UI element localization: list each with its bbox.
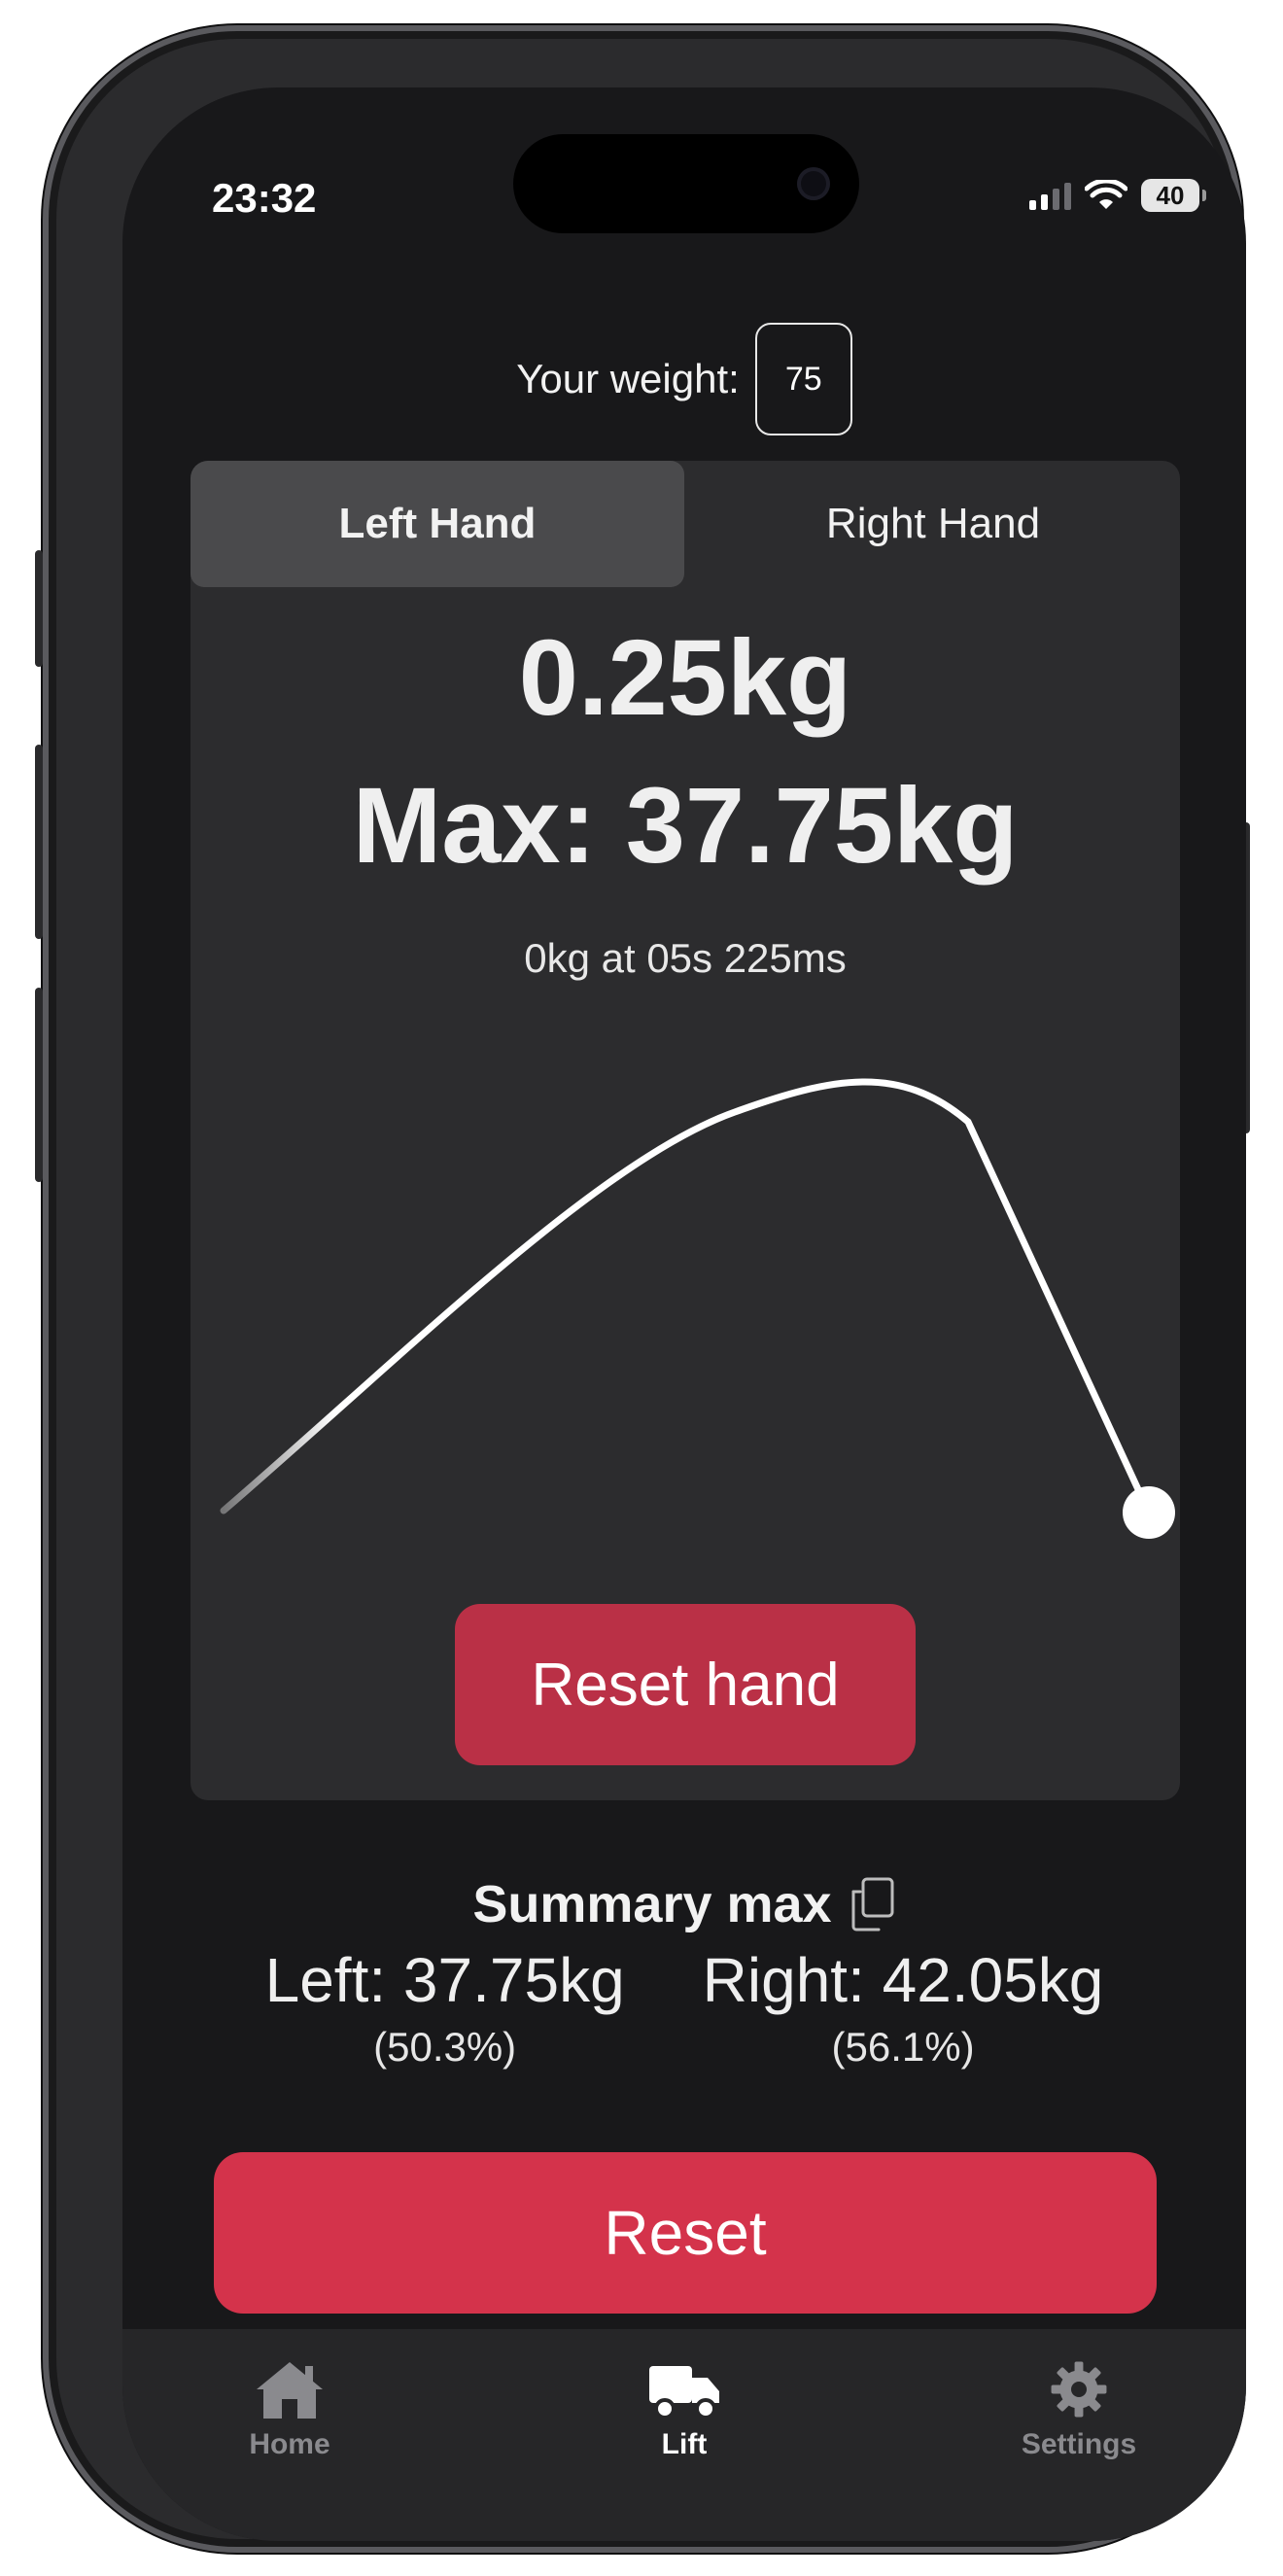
camera-icon <box>797 167 830 200</box>
reading-timestamp: 0kg at 05s 225ms <box>524 935 847 981</box>
force-curve-endpoint <box>1123 1486 1175 1539</box>
weight-input[interactable]: 75 <box>754 323 852 435</box>
nav-settings[interactable]: Settings <box>962 2358 1196 2461</box>
volume-up-button <box>35 745 43 939</box>
phone-frame: 23:32 40 Your weight: 75 Left Hand Right… <box>35 25 1250 2553</box>
nav-lift-label: Lift <box>661 2428 708 2460</box>
reset-hand-button[interactable]: Reset hand <box>455 1604 916 1765</box>
truck-icon <box>649 2366 719 2419</box>
status-time: 23:32 <box>212 175 317 221</box>
reset-button[interactable]: Reset <box>214 2152 1157 2314</box>
max-weight: Max: 37.75kg <box>352 766 1019 886</box>
home-icon <box>257 2362 323 2419</box>
screen: 23:32 40 Your weight: 75 Left Hand Right… <box>122 87 1246 2541</box>
volume-down-button <box>35 988 43 1182</box>
current-weight: 0.25kg <box>518 618 852 738</box>
nav-home[interactable]: Home <box>173 2358 406 2461</box>
tab-left-hand[interactable]: Left Hand <box>191 461 684 587</box>
summary-right: Right: 42.05kg (56.1%) <box>703 1944 1104 2071</box>
summary-left-value: Left: 37.75kg <box>264 1945 625 2015</box>
cellular-signal-icon <box>1029 181 1071 210</box>
battery-icon: 40 <box>1141 179 1206 212</box>
action-button <box>35 550 43 667</box>
wifi-icon <box>1085 180 1127 209</box>
nav-lift[interactable]: Lift <box>568 2358 801 2461</box>
hand-card: Left Hand Right Hand 0.25kg Max: 37.75kg… <box>191 461 1180 1800</box>
force-curve-line <box>220 1078 1153 1516</box>
status-icons: 40 <box>1029 179 1206 212</box>
tab-right-hand[interactable]: Right Hand <box>686 461 1180 587</box>
dynamic-island <box>513 134 859 233</box>
summary-left: Left: 37.75kg (50.3%) <box>265 1944 625 2071</box>
summary-right-percent: (56.1%) <box>831 2024 975 2070</box>
force-curve <box>220 1078 1175 1539</box>
nav-home-label: Home <box>249 2428 330 2460</box>
copy-icon[interactable] <box>850 1876 896 1932</box>
summary-values: Left: 37.75kg (50.3%) Right: 42.05kg (56… <box>122 1944 1246 2071</box>
weight-label: Your weight: <box>516 356 740 401</box>
weight-row: Your weight: 75 <box>122 323 1246 435</box>
summary-right-value: Right: 42.05kg <box>702 1945 1104 2015</box>
summary-left-percent: (50.3%) <box>373 2024 517 2070</box>
summary-header: Summary max <box>122 1874 1246 1934</box>
summary-title: Summary max <box>472 1875 832 1933</box>
tab-bar: Home Lift Settings <box>122 2329 1246 2541</box>
nav-settings-label: Settings <box>1021 2428 1137 2460</box>
gear-icon <box>1051 2361 1107 2418</box>
